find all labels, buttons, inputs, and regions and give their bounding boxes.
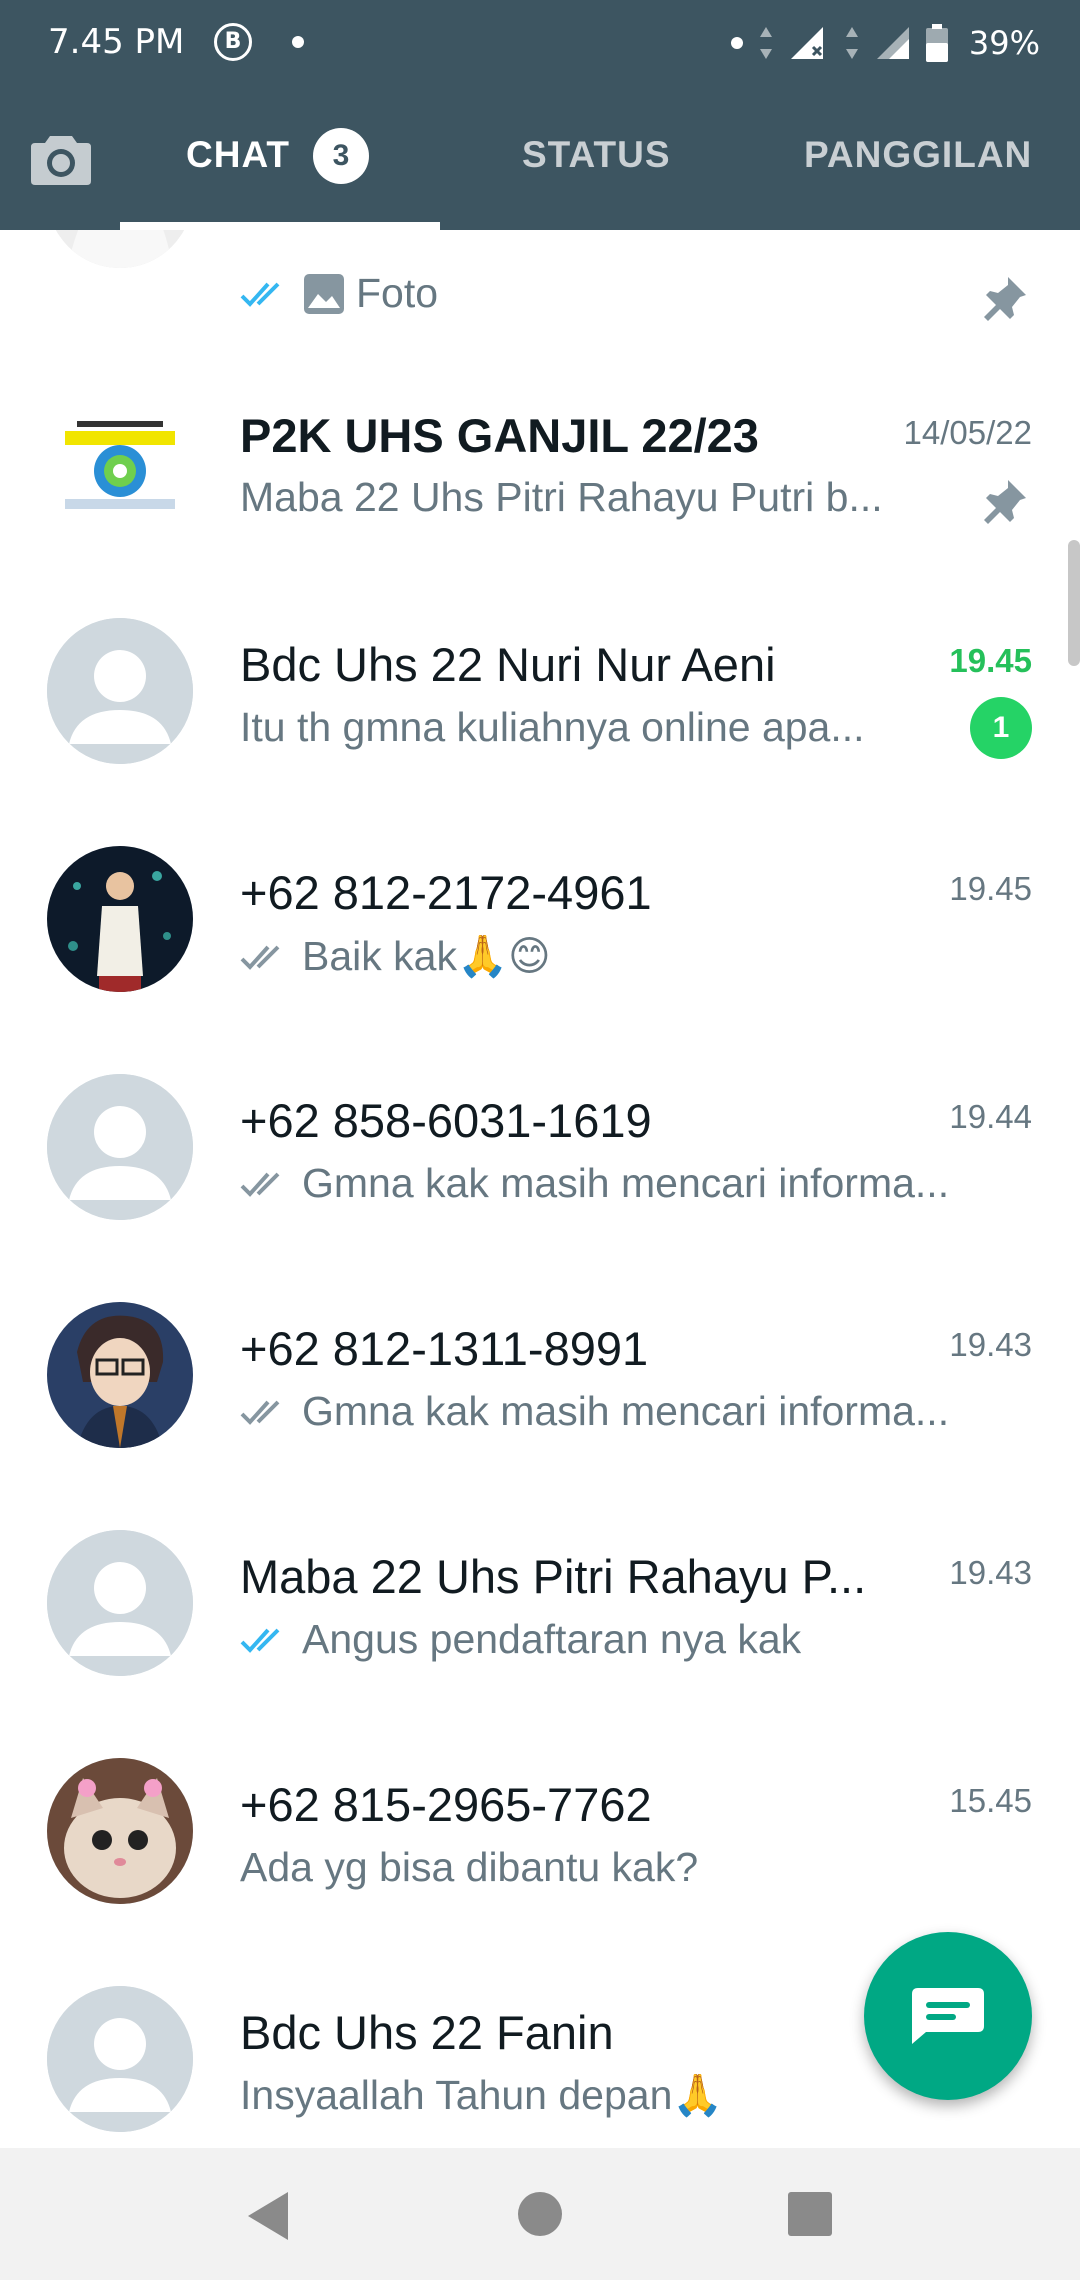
chat-preview: Angus pendaftaran nya kak [240, 1616, 801, 1663]
tab-chat[interactable]: CHAT [186, 134, 290, 176]
chat-preview: Maba 22 Uhs Pitri Rahayu Putri b... [240, 474, 883, 521]
notification-dot-icon [292, 36, 304, 48]
battery-percent: 39% [968, 24, 1040, 62]
unread-count-badge: 1 [970, 697, 1032, 759]
chat-time: 19.45 [949, 870, 1032, 907]
status-icons: 39% [730, 18, 1040, 68]
avatar[interactable] [47, 1074, 193, 1220]
status-bar: 7.45 PM B 39% [0, 0, 1080, 90]
chat-preview-text: Gmna kak masih mencari informa... [302, 1160, 950, 1206]
chat-time: 19.43 [949, 1554, 1032, 1591]
tab-calls[interactable]: PANGGILAN [804, 134, 1032, 176]
chat-preview-text: Angus pendaftaran nya kak [302, 1616, 802, 1662]
image-icon [304, 273, 344, 314]
chat-row[interactable]: Bdc Uhs 22 Nuri Nur Aeni 19.45 Itu th gm… [0, 586, 1080, 814]
chat-name: Bdc Uhs 22 Fanin [240, 2006, 614, 2059]
data-arrows-icon-2 [845, 27, 858, 59]
double-tick-blue-icon [240, 1628, 280, 1653]
default-avatar-icon [47, 1530, 193, 1676]
chat-name: +62 812-1311-8991 [240, 1322, 649, 1375]
chat-row[interactable]: +62 812-2172-4961 19.45 Baik kak🙏😊 [0, 814, 1080, 1042]
chat-preview-text: Maba 22 Uhs Pitri Rahayu Putri b... [240, 474, 883, 520]
data-arrows-icon [759, 27, 772, 59]
avatar[interactable] [47, 230, 193, 268]
avatar[interactable] [47, 1986, 193, 2132]
default-avatar-icon [47, 1986, 193, 2132]
default-avatar-icon [47, 1074, 193, 1220]
new-chat-button[interactable] [864, 1932, 1032, 2100]
chat-time: 19.45 [949, 642, 1032, 679]
default-avatar-icon [47, 618, 193, 764]
chat-preview: Foto [240, 270, 438, 317]
chat-row[interactable]: +62 812-1311-8991 19.43 Gmna kak masih m… [0, 1270, 1080, 1498]
tab-status[interactable]: STATUS [522, 134, 671, 176]
chat-preview-text: Itu th gmna kuliahnya online apa... [240, 704, 865, 750]
signal-icon [876, 27, 909, 59]
new-chat-icon [912, 1988, 984, 2044]
chat-name: P2K UHS GANJIL 22/23 [240, 409, 759, 462]
chat-name: Maba 22 Uhs Pitri Rahayu P... [240, 1550, 867, 1603]
chat-name: Bdc Uhs 22 Nuri Nur Aeni [240, 638, 776, 691]
chat-name: +62 815-2965-7762 [240, 1778, 652, 1831]
double-tick-grey-icon [240, 1172, 280, 1197]
chat-preview-text: Gmna kak masih mencari informa... [302, 1388, 950, 1434]
chat-preview-text: Ada yg bisa dibantu kak? [240, 1844, 699, 1890]
chat-unread-badge: 3 [313, 128, 369, 184]
chat-preview: Insyaallah Tahun depan🙏 [240, 2072, 723, 2120]
pin-icon [984, 277, 1026, 321]
chat-time: 19.44 [949, 1098, 1032, 1135]
dot-icon [730, 37, 743, 49]
chat-preview: Gmna kak masih mencari informa... [240, 1160, 949, 1207]
chat-preview: Ada yg bisa dibantu kak? [240, 1844, 698, 1891]
recents-square-icon[interactable] [786, 2190, 834, 2238]
chat-preview: Gmna kak masih mencari informa... [240, 1388, 949, 1435]
chat-row[interactable]: Foto [0, 230, 1080, 358]
camera-icon[interactable] [30, 130, 92, 186]
clock: 7.45 PM [48, 22, 185, 62]
chat-time: 15.45 [949, 1782, 1032, 1819]
signal-no-data-icon [790, 27, 823, 59]
avatar[interactable] [47, 399, 193, 545]
avatar[interactable] [47, 618, 193, 764]
chat-preview-text: Insyaallah Tahun depan🙏 [240, 2072, 724, 2118]
chat-preview-text: Foto [356, 270, 439, 316]
avatar[interactable] [47, 1530, 193, 1676]
back-triangle-icon[interactable] [244, 2190, 290, 2242]
chat-row[interactable]: +62 858-6031-1619 19.44 Gmna kak masih m… [0, 1042, 1080, 1270]
chat-row[interactable]: P2K UHS GANJIL 22/23 14/05/22 Maba 22 Uh… [0, 358, 1080, 586]
avatar[interactable] [47, 846, 193, 992]
chat-name: +62 858-6031-1619 [240, 1094, 652, 1147]
active-tab-indicator [120, 222, 440, 230]
chat-name: +62 812-2172-4961 [240, 866, 652, 919]
chat-preview: Baik kak🙏😊 [240, 932, 551, 981]
avatar[interactable] [47, 1302, 193, 1448]
pin-icon [984, 480, 1026, 524]
scrollbar[interactable] [1068, 540, 1080, 666]
chat-list[interactable]: Foto P2K UHS GANJIL 22/23 14/05/22 Maba … [0, 230, 1080, 2148]
battery-icon [925, 24, 948, 62]
home-circle-icon[interactable] [516, 2190, 564, 2238]
system-nav-bar [0, 2148, 1080, 2280]
double-tick-blue-icon [240, 282, 280, 307]
double-tick-grey-icon [240, 945, 280, 970]
avatar[interactable] [47, 1758, 193, 1904]
b-app-icon: B [214, 23, 252, 61]
chat-row[interactable]: Maba 22 Uhs Pitri Rahayu P... 19.43 Angu… [0, 1498, 1080, 1726]
chat-preview-text: Baik kak🙏😊 [302, 933, 551, 979]
chat-preview: Itu th gmna kuliahnya online apa... [240, 704, 865, 751]
app-header: CHAT 3 STATUS PANGGILAN [0, 90, 1080, 230]
chat-row[interactable]: +62 815-2965-7762 15.45 Ada yg bisa diba… [0, 1726, 1080, 1954]
chat-time: 14/05/22 [903, 414, 1032, 451]
double-tick-grey-icon [240, 1400, 280, 1425]
chat-time: 19.43 [949, 1326, 1032, 1363]
